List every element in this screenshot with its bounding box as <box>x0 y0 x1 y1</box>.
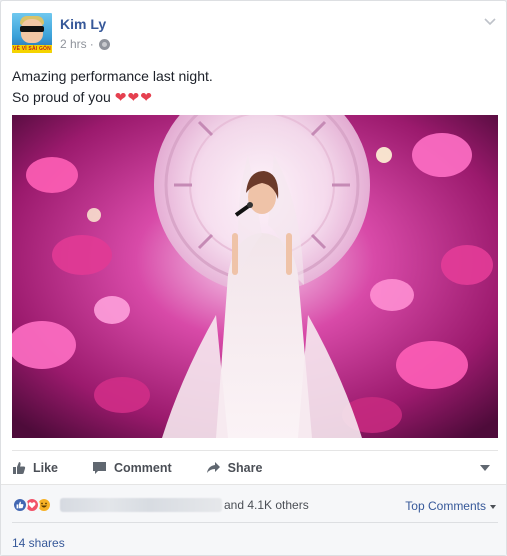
post-text: Amazing performance last night. So proud… <box>12 66 497 108</box>
chevron-down-icon[interactable] <box>483 15 497 29</box>
comment-label: Comment <box>114 460 172 475</box>
heart-emoji-icon: ❤❤❤ <box>114 89 153 105</box>
post-photo[interactable] <box>12 115 498 438</box>
reaction-others-count: and 4.1K others <box>224 498 309 512</box>
post-text-line-2: So proud of you ❤❤❤ <box>12 87 497 108</box>
share-icon <box>206 462 220 473</box>
footer-divider <box>12 522 498 523</box>
like-button[interactable]: Like <box>12 453 58 483</box>
post-header: VỀ VÌ SÀI GÒN Kim Ly 2 hrs · <box>12 13 497 57</box>
post-meta: 2 hrs · <box>60 37 110 51</box>
author-name[interactable]: Kim Ly <box>60 16 106 32</box>
caret-down-icon <box>490 504 496 509</box>
avatar-glasses <box>20 26 44 32</box>
reaction-summary[interactable]: and 4.1K others <box>12 497 309 513</box>
top-comments-dropdown[interactable]: Top Comments <box>405 499 496 513</box>
comment-button[interactable]: Comment <box>92 453 172 483</box>
like-reaction-icon <box>12 497 28 513</box>
comment-icon <box>93 461 107 474</box>
post-card: VỀ VÌ SÀI GÒN Kim Ly 2 hrs · Amazing per… <box>0 0 507 556</box>
share-button[interactable]: Share <box>206 453 263 483</box>
avatar-banner: VỀ VÌ SÀI GÒN <box>12 45 52 53</box>
avatar[interactable]: VỀ VÌ SÀI GÒN <box>12 13 52 53</box>
top-comments-label: Top Comments <box>405 499 486 513</box>
meta-separator: · <box>89 37 94 51</box>
post-text-line-2-text: So proud of you <box>12 89 111 105</box>
timestamp[interactable]: 2 hrs <box>60 37 87 51</box>
audience-dropdown-icon[interactable] <box>480 465 490 471</box>
post-text-line-1: Amazing performance last night. <box>12 68 213 84</box>
post-footer: and 4.1K others Top Comments 14 shares <box>1 484 506 555</box>
reactors-names-redacted <box>60 498 222 512</box>
photo-image <box>12 115 498 438</box>
share-label: Share <box>227 460 263 475</box>
thumbs-up-icon <box>13 461 26 474</box>
shares-count-link[interactable]: 14 shares <box>12 536 65 550</box>
action-bar: Like Comment Share <box>12 450 498 484</box>
like-label: Like <box>33 460 59 475</box>
globe-icon[interactable] <box>98 38 110 50</box>
